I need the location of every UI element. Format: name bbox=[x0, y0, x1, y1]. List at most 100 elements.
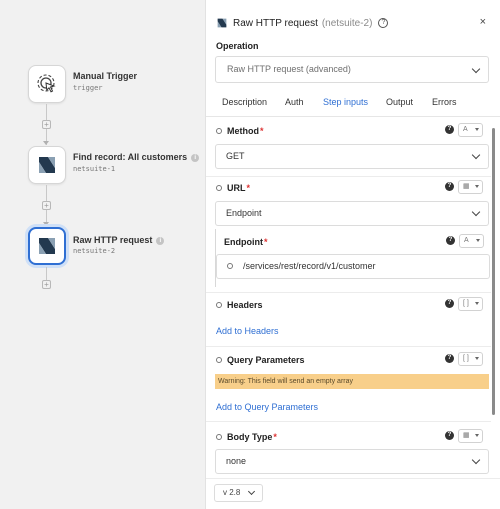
help-icon[interactable]: ? bbox=[445, 182, 454, 191]
field-status-icon bbox=[227, 263, 233, 269]
node-title: Find record: All customers i bbox=[73, 152, 200, 162]
add-step-button[interactable]: + bbox=[42, 201, 51, 210]
find-record-node[interactable] bbox=[28, 146, 66, 184]
field-status-icon bbox=[216, 128, 222, 134]
body-type-select[interactable]: none bbox=[215, 449, 489, 474]
field-status-icon bbox=[216, 357, 222, 363]
info-icon[interactable]: i bbox=[191, 154, 200, 162]
add-step-button[interactable]: + bbox=[42, 280, 51, 289]
tab-errors[interactable]: Errors bbox=[432, 97, 457, 107]
step-inputs-form[interactable]: Method * ? A GET URL * ? ▦ Endpoint Endpoi… bbox=[206, 117, 491, 477]
chevron-down-icon bbox=[471, 455, 481, 465]
required-marker: * bbox=[246, 183, 251, 193]
method-select[interactable]: GET bbox=[215, 144, 489, 169]
chevron-down-icon bbox=[248, 487, 256, 496]
netsuite-logo-icon bbox=[39, 238, 55, 254]
endpoint-group: Endpoint * ? A /services/rest/record/v1/c… bbox=[215, 229, 491, 287]
caret-down-icon bbox=[475, 434, 479, 437]
method-label-text: Method bbox=[227, 126, 259, 136]
tab-description[interactable]: Description bbox=[222, 97, 267, 107]
field-type-dropdown[interactable]: ▦ bbox=[458, 429, 483, 443]
endpoint-value: /services/rest/record/v1/customer bbox=[243, 261, 376, 271]
required-marker: * bbox=[264, 237, 268, 247]
node-title: Manual Trigger bbox=[73, 71, 138, 81]
chevron-down-icon bbox=[471, 150, 481, 160]
operation-label: Operation bbox=[216, 41, 259, 51]
help-icon[interactable]: ? bbox=[445, 125, 454, 134]
panel-header: Raw HTTP request (netsuite-2) ? bbox=[216, 17, 389, 29]
empty-array-warning: Warning: This field will send an empty a… bbox=[215, 374, 489, 389]
field-type-value: A bbox=[464, 237, 469, 244]
panel-title: Raw HTTP request bbox=[233, 17, 318, 29]
required-marker: * bbox=[273, 432, 277, 442]
help-icon[interactable]: ? bbox=[378, 18, 389, 28]
node-id: trigger bbox=[73, 84, 103, 92]
body-type-label-text: Body Type bbox=[227, 432, 273, 442]
tab-bar: Description Auth Step inputs Output Erro… bbox=[206, 97, 500, 117]
node-title: Raw HTTP request i bbox=[73, 235, 165, 245]
divider bbox=[206, 346, 491, 347]
field-type-dropdown[interactable]: A bbox=[459, 234, 484, 248]
endpoint-label-text: Endpoint bbox=[224, 237, 263, 247]
caret-down-icon bbox=[475, 302, 479, 305]
caret-down-icon bbox=[476, 239, 480, 242]
field-type-dropdown[interactable]: [ ] bbox=[458, 352, 483, 366]
url-label-text: URL bbox=[227, 183, 246, 193]
query-params-label-text: Query Parameters bbox=[227, 355, 305, 365]
node-title-text: Find record: All customers bbox=[73, 152, 188, 162]
url-select[interactable]: Endpoint bbox=[215, 201, 489, 226]
info-icon[interactable]: i bbox=[156, 237, 165, 245]
field-status-icon bbox=[216, 185, 222, 191]
divider bbox=[206, 176, 491, 177]
manual-trigger-node[interactable] bbox=[28, 65, 66, 103]
workflow-canvas[interactable]: Manual Trigger trigger + Find record: Al… bbox=[0, 0, 205, 509]
field-type-dropdown[interactable]: A bbox=[458, 123, 483, 137]
version-select[interactable]: v 2.8 bbox=[214, 484, 264, 502]
add-to-headers-link[interactable]: Add to Headers bbox=[216, 326, 279, 336]
url-value: Endpoint bbox=[226, 208, 262, 218]
manual-trigger-icon bbox=[37, 74, 56, 93]
tab-output[interactable]: Output bbox=[386, 97, 413, 107]
body-type-value: none bbox=[226, 456, 247, 466]
help-icon[interactable]: ? bbox=[445, 354, 454, 363]
field-status-icon bbox=[216, 302, 222, 308]
caret-down-icon bbox=[475, 185, 479, 188]
grid-icon: ▦ bbox=[463, 432, 470, 439]
node-id: netsuite-1 bbox=[73, 165, 116, 173]
field-type-dropdown[interactable]: ▦ bbox=[458, 180, 483, 194]
node-id: netsuite-2 bbox=[73, 247, 116, 255]
help-icon[interactable]: ? bbox=[446, 236, 455, 245]
chevron-down-icon bbox=[471, 64, 481, 74]
scrollbar-thumb[interactable] bbox=[492, 128, 495, 415]
field-type-value: [ ] bbox=[463, 355, 469, 362]
url-label: URL * bbox=[216, 183, 250, 193]
field-type-value: [ ] bbox=[463, 300, 469, 307]
method-label: Method * bbox=[216, 126, 264, 136]
panel-subtitle: (netsuite-2) bbox=[321, 17, 373, 29]
caret-down-icon bbox=[475, 357, 479, 360]
add-to-query-params-link[interactable]: Add to Query Parameters bbox=[216, 402, 318, 412]
headers-label-text: Headers bbox=[227, 300, 263, 310]
netsuite-logo-icon bbox=[217, 18, 227, 28]
field-type-dropdown[interactable]: [ ] bbox=[458, 297, 483, 311]
endpoint-input[interactable]: /services/rest/record/v1/customer bbox=[216, 254, 490, 279]
netsuite-logo-icon bbox=[39, 157, 55, 173]
divider bbox=[206, 421, 491, 422]
version-value: v 2.8 bbox=[223, 488, 241, 497]
help-icon[interactable]: ? bbox=[445, 431, 454, 440]
headers-label: Headers bbox=[216, 300, 263, 310]
endpoint-label: Endpoint * bbox=[224, 237, 268, 247]
divider bbox=[206, 292, 491, 293]
method-value: GET bbox=[226, 151, 245, 161]
help-icon[interactable]: ? bbox=[445, 299, 454, 308]
tab-step-inputs[interactable]: Step inputs bbox=[323, 97, 368, 107]
close-button[interactable]: × bbox=[480, 16, 486, 28]
tab-auth[interactable]: Auth bbox=[285, 97, 304, 107]
chevron-down-icon bbox=[471, 207, 481, 217]
required-marker: * bbox=[260, 126, 264, 136]
grid-icon: ▦ bbox=[463, 183, 470, 190]
caret-down-icon bbox=[475, 128, 479, 131]
add-step-button[interactable]: + bbox=[42, 120, 51, 129]
operation-select[interactable]: Raw HTTP request (advanced) bbox=[215, 56, 489, 83]
raw-http-request-node[interactable] bbox=[28, 227, 66, 265]
